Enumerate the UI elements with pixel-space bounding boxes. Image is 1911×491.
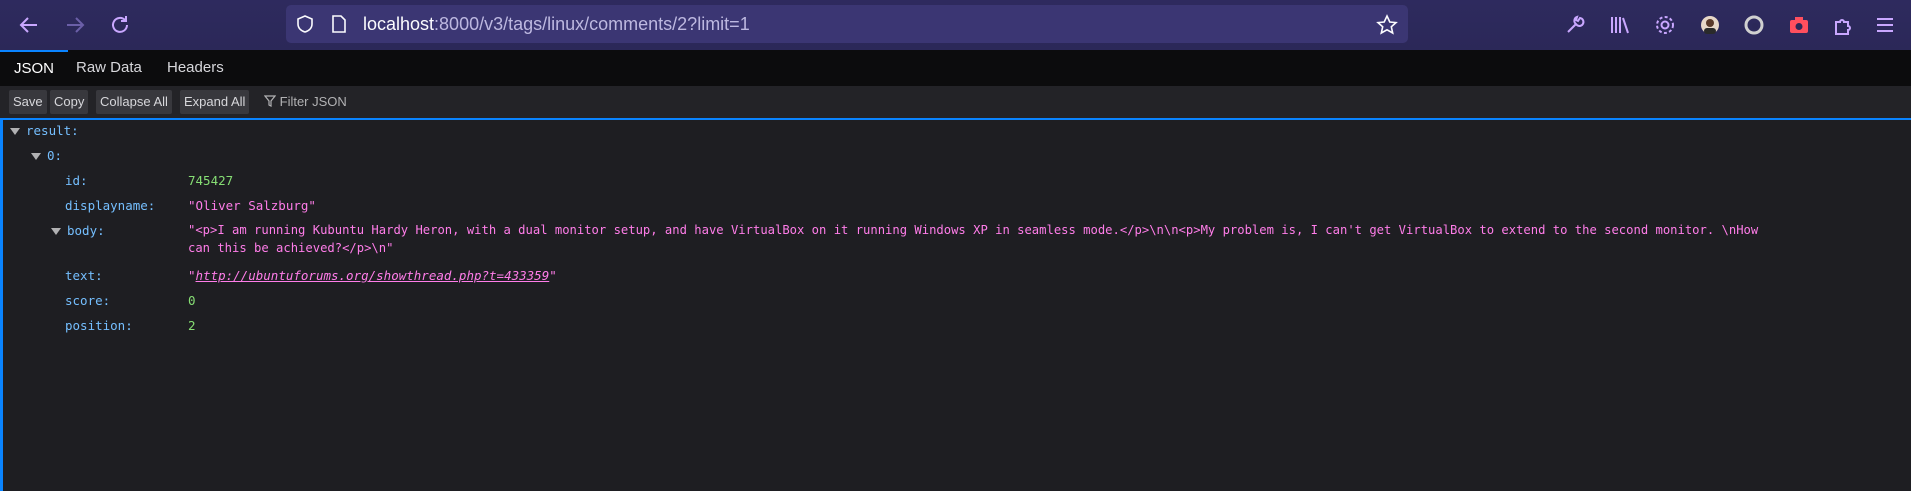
value-score: 0	[188, 293, 196, 308]
library-icon	[1611, 17, 1629, 34]
expand-toggle-icon[interactable]	[51, 228, 61, 235]
key-position: position:	[65, 318, 133, 333]
wrench-icon	[1567, 15, 1585, 33]
tree-row-displayname[interactable]: displayname:	[65, 198, 155, 213]
viewer-tabs: JSON Raw Data Headers	[0, 50, 1911, 86]
json-tree: result: 0: id: 745427 displayname: "Oliv…	[0, 120, 1911, 491]
edge-extension-icon	[1744, 15, 1764, 35]
tree-row-position[interactable]: position:	[65, 318, 133, 333]
value-body-line1: "<p>I am running Kubuntu Hardy Heron, wi…	[188, 223, 1759, 237]
library-button[interactable]	[1603, 8, 1637, 42]
value-body-line2: can this be achieved?</p>\n"	[188, 241, 394, 255]
reload-icon	[112, 16, 128, 33]
filter-json-input[interactable]: Filter JSON	[263, 90, 347, 114]
settings-button[interactable]	[1648, 8, 1682, 42]
key-id: id:	[65, 173, 88, 188]
value-id: 745427	[188, 173, 234, 188]
bookmark-star-icon[interactable]	[1376, 14, 1398, 36]
puzzle-icon	[1835, 19, 1851, 35]
camera-icon	[1790, 17, 1808, 33]
menu-button[interactable]	[1868, 8, 1902, 42]
key-score: score:	[65, 293, 111, 308]
key-displayname: displayname:	[65, 198, 156, 213]
copy-button[interactable]: Copy	[50, 90, 89, 114]
extension-button[interactable]	[1737, 8, 1771, 42]
devtools-button[interactable]	[1558, 8, 1592, 42]
browser-toolbar: localhost:8000/v3/tags/linux/comments/2?…	[0, 0, 1911, 50]
expand-toggle-icon[interactable]	[31, 153, 41, 160]
tree-row-item-0[interactable]: 0:	[31, 148, 62, 163]
screenshot-button[interactable]	[1782, 8, 1816, 42]
key-text: text:	[65, 268, 103, 283]
tab-headers[interactable]: Headers	[153, 50, 238, 86]
value-displayname: "Oliver Salzburg"	[188, 198, 316, 213]
collapse-all-button[interactable]: Collapse All	[96, 90, 172, 114]
filter-placeholder: Filter JSON	[279, 94, 347, 109]
tree-row-body[interactable]: body:	[51, 223, 105, 238]
value-text-link[interactable]: http://ubuntuforums.org/showthread.php?t…	[196, 268, 550, 283]
forward-arrow-icon	[67, 17, 85, 33]
extensions-button[interactable]	[1826, 8, 1860, 42]
hamburger-menu-icon	[1877, 18, 1893, 32]
reload-button[interactable]	[103, 8, 137, 42]
key-item-0: 0:	[47, 148, 63, 163]
tree-row-result[interactable]: result:	[10, 123, 79, 138]
key-body: body:	[67, 223, 105, 238]
address-bar[interactable]: localhost:8000/v3/tags/linux/comments/2?…	[286, 5, 1408, 43]
key-result: result:	[26, 123, 79, 138]
expand-all-button[interactable]: Expand All	[180, 90, 250, 114]
shield-icon[interactable]	[295, 14, 315, 34]
back-arrow-icon	[19, 17, 37, 33]
url-text[interactable]: localhost:8000/v3/tags/linux/comments/2?…	[363, 14, 750, 35]
forward-button[interactable]	[58, 8, 92, 42]
avatar-icon	[1701, 16, 1719, 34]
url-path: :8000/v3/tags/linux/comments/2?limit=1	[434, 14, 750, 34]
tree-row-text[interactable]: text:	[65, 268, 103, 283]
tab-raw-data[interactable]: Raw Data	[62, 50, 156, 86]
page-icon[interactable]	[330, 14, 348, 34]
save-button[interactable]: Save	[9, 90, 47, 114]
url-host: localhost	[363, 14, 435, 34]
expand-toggle-icon[interactable]	[10, 128, 20, 135]
tab-json[interactable]: JSON	[0, 50, 69, 88]
value-position: 2	[188, 318, 196, 333]
back-button[interactable]	[12, 8, 46, 42]
account-button[interactable]	[1693, 8, 1727, 42]
filter-icon	[263, 95, 277, 107]
tree-row-id[interactable]: id:	[65, 173, 88, 188]
tree-row-score[interactable]: score:	[65, 293, 110, 308]
gear-icon	[1656, 16, 1674, 34]
json-toolbar: Save Copy Collapse All Expand All Filter…	[0, 86, 1911, 120]
